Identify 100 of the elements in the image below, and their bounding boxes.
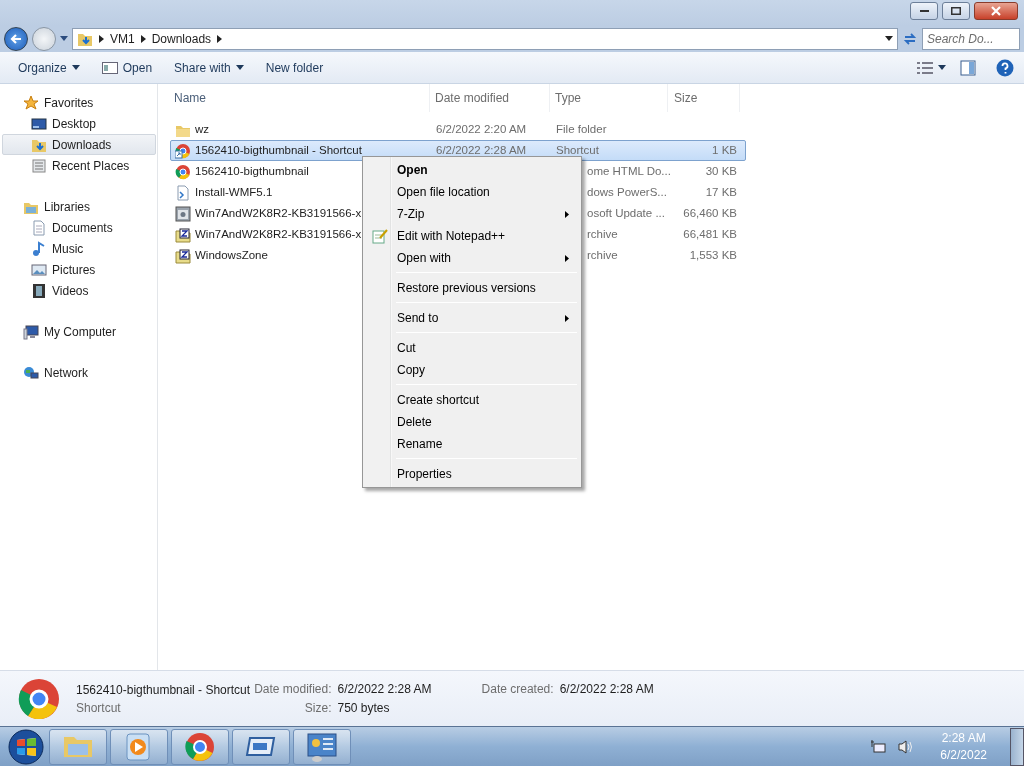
nav-item[interactable]: Videos: [2, 280, 156, 301]
file-type: dows PowerS...: [587, 185, 667, 198]
file-type: rchive: [587, 227, 618, 240]
menu-item[interactable]: Open: [365, 159, 579, 181]
field-value: 6/2/2022 2:28 AM: [559, 681, 654, 698]
show-desktop-button[interactable]: [1010, 727, 1024, 766]
recent-places-icon: [31, 157, 47, 174]
menu-item[interactable]: 7-Zip: [365, 203, 579, 225]
file-type: File folder: [556, 122, 607, 135]
menu-item[interactable]: Rename: [365, 433, 579, 455]
file-name: WindowsZone: [195, 247, 268, 263]
menu-item[interactable]: Send to: [365, 307, 579, 329]
menu-item[interactable]: Open file location: [365, 181, 579, 203]
notepad-icon: [372, 228, 388, 244]
file-size: 1,553 KB: [689, 248, 737, 261]
browser-icon: [18, 677, 60, 720]
nav-item[interactable]: Downloads: [2, 134, 156, 155]
maximize-button[interactable]: [942, 2, 970, 20]
dropdown-caret-icon[interactable]: [885, 36, 893, 42]
menu-item[interactable]: Restore previous versions: [365, 277, 579, 299]
taskbar-button[interactable]: [232, 728, 290, 765]
taskbar-button[interactable]: [293, 728, 351, 765]
submenu-arrow-icon: [565, 254, 569, 262]
file-name: Win7AndW2K8R2-KB3191566-x: [195, 205, 362, 221]
picture-frame-icon: [31, 261, 47, 278]
film-strip-icon: [31, 282, 47, 299]
browser-shortcut-icon: [175, 142, 191, 159]
breadcrumb-arrow-icon[interactable]: [140, 35, 146, 43]
file-name: Install-WMF5.1: [195, 184, 273, 200]
toolbar-button[interactable]: New folder: [257, 55, 332, 80]
column-header[interactable]: Size: [674, 89, 698, 107]
close-button[interactable]: [974, 2, 1018, 20]
caret-icon: [71, 65, 80, 70]
file-name: 1562410-bigthumbnail: [195, 163, 309, 179]
file-size: 1 KB: [712, 143, 737, 156]
menu-item[interactable]: Properties: [365, 463, 579, 485]
caret-icon: [938, 65, 946, 70]
document-icon: [31, 219, 47, 236]
toolbar-button[interactable]: Open: [93, 55, 161, 80]
file-type: osoft Update ...: [587, 206, 665, 219]
field-label: Size:: [303, 700, 332, 717]
caret-icon: [235, 65, 244, 70]
file-size: 66,460 KB: [683, 206, 737, 219]
breadcrumb[interactable]: VM1: [110, 30, 135, 48]
browser-icon: [175, 163, 191, 180]
field-value: 6/2/2022 2:28 AM: [337, 681, 432, 698]
breadcrumb[interactable]: Downloads: [151, 30, 212, 48]
menu-item[interactable]: Delete: [365, 411, 579, 433]
nav-item[interactable]: Documents: [2, 217, 156, 238]
field-value: 750 bytes: [337, 700, 391, 717]
menu-item[interactable]: Cut: [365, 337, 579, 359]
back-arrow-icon: [9, 33, 23, 45]
nav-item[interactable]: Pictures: [2, 259, 156, 280]
address-bar[interactable]: VM1 Downloads: [72, 28, 898, 50]
search-field[interactable]: Search Do...: [922, 28, 1020, 50]
item-type: Shortcut: [76, 699, 122, 717]
nav-item[interactable]: Network: [2, 362, 156, 383]
network-icon[interactable]: [870, 738, 887, 755]
toolbar-button[interactable]: Organize: [10, 55, 88, 80]
menu-item[interactable]: Create shortcut: [365, 389, 579, 411]
maximize-icon: [951, 7, 961, 15]
menu-item[interactable]: Copy: [365, 359, 579, 381]
nav-item[interactable]: Music: [2, 238, 156, 259]
toolbar-button[interactable]: Share with: [166, 55, 252, 80]
nav-item[interactable]: Favorites: [2, 92, 156, 113]
archive-icon: [175, 247, 191, 264]
file-size: 66,481 KB: [683, 227, 737, 240]
file-name: Win7AndW2K8R2-KB3191566-x: [195, 226, 362, 242]
music-note-icon: [31, 240, 47, 257]
taskbar-button[interactable]: [171, 728, 229, 765]
file-name: wz: [195, 121, 210, 137]
file-type: Shortcut: [556, 143, 599, 156]
field-label: Date created:: [481, 681, 554, 698]
minimize-button[interactable]: [910, 2, 938, 20]
computer-icon: [23, 323, 39, 340]
column-header[interactable]: Date modified: [435, 89, 510, 107]
menu-item[interactable]: Open with: [365, 247, 579, 269]
breadcrumb-arrow-icon[interactable]: [99, 35, 104, 43]
item-name: 1562410-bigthumbnail - Shortcut: [76, 681, 251, 699]
details-view-icon: [917, 61, 933, 74]
help-icon[interactable]: [996, 58, 1014, 77]
nav-item[interactable]: Recent Places: [2, 155, 156, 176]
close-icon: [990, 6, 1002, 16]
file-type: rchive: [587, 248, 618, 261]
nav-item[interactable]: Libraries: [2, 196, 156, 217]
column-header[interactable]: Type: [555, 89, 581, 107]
start-button[interactable]: [6, 727, 46, 766]
column-header[interactable]: Name: [174, 89, 206, 107]
back-button[interactable]: [4, 27, 28, 51]
submenu-arrow-icon: [565, 210, 569, 218]
taskbar-button[interactable]: [110, 728, 168, 765]
nav-item[interactable]: Desktop: [2, 113, 156, 134]
archive-icon: [175, 226, 191, 243]
file-name: 1562410-bigthumbnail - Shortcut: [195, 142, 362, 158]
refresh-icon[interactable]: [902, 31, 918, 47]
breadcrumb-arrow-icon[interactable]: [217, 35, 223, 43]
nav-item[interactable]: My Computer: [2, 321, 156, 342]
date-modified: 6/2/2022 2:20 AM: [436, 122, 527, 135]
menu-item[interactable]: Edit with Notepad++: [365, 225, 579, 247]
file-row[interactable]: wz 6/2/2022 2:20 AM File folder: [170, 119, 746, 140]
